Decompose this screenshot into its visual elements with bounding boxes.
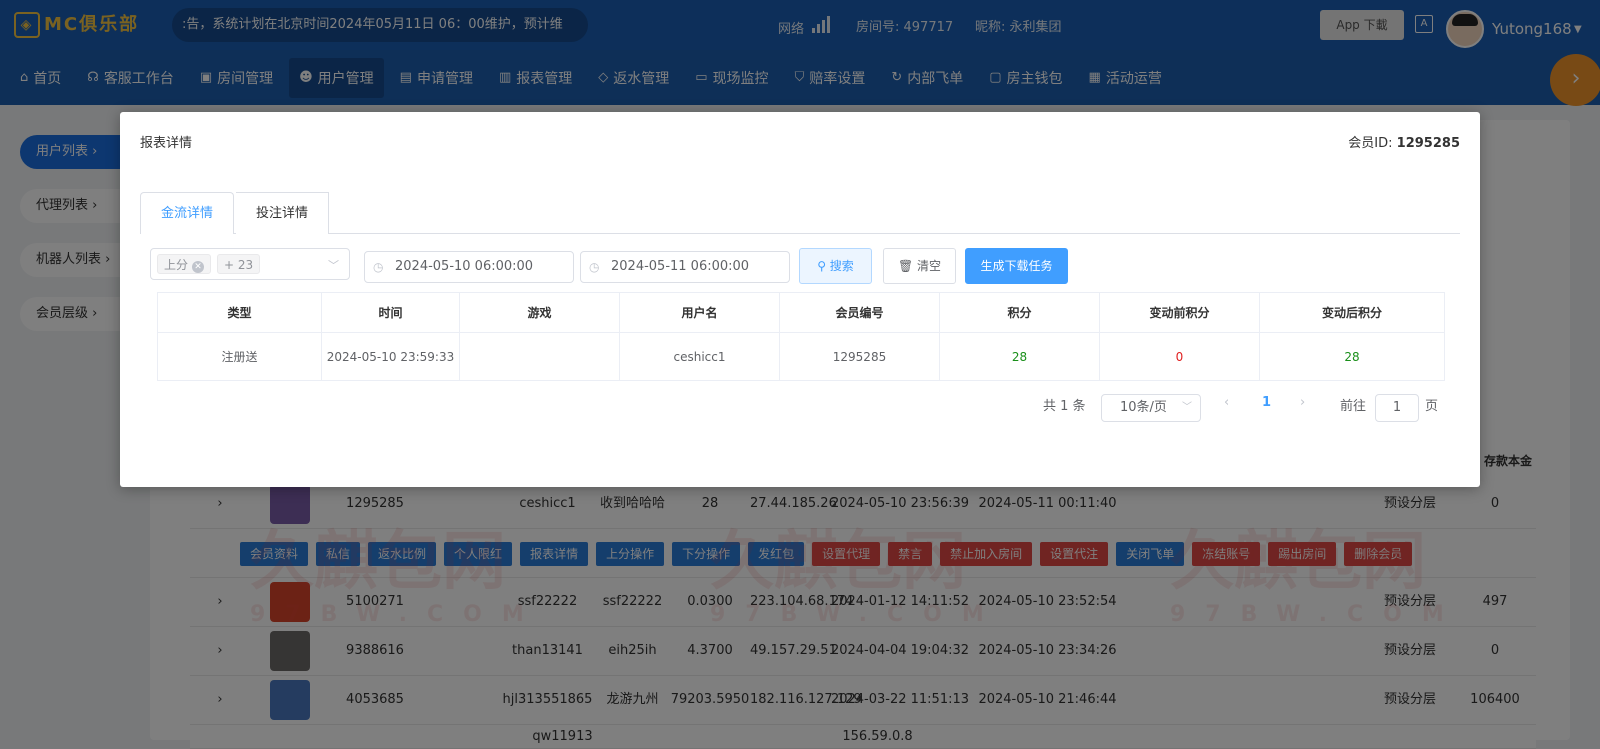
page-size-select[interactable]: 10条/页 ﹀ — [1101, 394, 1201, 422]
tab-cash-flow[interactable]: 金流详情 — [140, 192, 235, 234]
clock-icon: ◷ — [373, 260, 384, 274]
report-table: 类型 时间 游戏 用户名 会员编号 积分 变动前积分 变动后积分 注册送 202… — [157, 292, 1445, 381]
more-tags-count: + 23 — [217, 254, 261, 274]
goto-page-input[interactable]: 1 — [1375, 394, 1419, 422]
cell-type: 注册送 — [157, 332, 322, 381]
col-header: 用户名 — [619, 292, 780, 333]
clear-button[interactable]: 🗑 清空 — [883, 248, 956, 284]
col-header: 类型 — [157, 292, 322, 333]
clock-icon: ◷ — [589, 260, 600, 274]
cell-member-no: 1295285 — [779, 332, 940, 381]
member-id: 会员ID: 1295285 — [1348, 136, 1460, 151]
chevron-down-icon: ﹀ — [1182, 402, 1192, 413]
pagination-total: 共 1 条 — [1043, 399, 1086, 414]
cell-username: ceshicc1 — [619, 332, 780, 381]
dialog-title: 报表详情 — [140, 136, 193, 151]
col-header: 会员编号 — [779, 292, 940, 333]
col-header: 时间 — [321, 292, 460, 333]
cell-time: 2024-05-10 23:59:33 — [321, 332, 460, 381]
chevron-down-icon: ﹀ — [328, 259, 339, 272]
next-page-icon[interactable]: › — [1300, 395, 1305, 410]
col-header: 游戏 — [459, 292, 620, 333]
page-suffix: 页 — [1425, 399, 1439, 414]
report-detail-dialog: 报表详情 会员ID: 1295285 金流详情 投注详情 上分 ✕ + 23 ﹀ … — [120, 112, 1480, 487]
col-header: 变动前积分 — [1099, 292, 1260, 333]
close-icon[interactable]: ✕ — [192, 261, 205, 273]
search-button[interactable]: ⚲ 搜索 — [799, 248, 872, 284]
cell-points: 28 — [939, 332, 1100, 381]
goto-label: 前往 — [1340, 399, 1367, 414]
end-date-input[interactable]: ◷ 2024-05-11 06:00:00 — [580, 251, 790, 283]
selected-tag: 上分 ✕ — [157, 254, 212, 274]
search-icon: ⚲ — [817, 259, 830, 273]
col-header: 积分 — [939, 292, 1100, 333]
dialog-tabs: 金流详情 投注详情 — [140, 192, 1460, 234]
cell-before: 0 — [1099, 332, 1260, 381]
table-row: 注册送 2024-05-10 23:59:33 ceshicc1 1295285… — [157, 332, 1445, 381]
type-multiselect[interactable]: 上分 ✕ + 23 ﹀ — [150, 248, 350, 280]
prev-page-icon[interactable]: ‹ — [1224, 395, 1229, 410]
tab-bet-detail[interactable]: 投注详情 — [236, 192, 330, 234]
table-header-row: 类型 时间 游戏 用户名 会员编号 积分 变动前积分 变动后积分 — [157, 292, 1445, 333]
generate-download-button[interactable]: 生成下载任务 — [965, 248, 1068, 284]
page-number[interactable]: 1 — [1262, 395, 1271, 410]
col-header: 变动后积分 — [1259, 292, 1445, 333]
trash-icon: 🗑 — [897, 259, 918, 273]
start-date-input[interactable]: ◷ 2024-05-10 06:00:00 — [364, 251, 574, 283]
cell-after: 28 — [1259, 332, 1445, 381]
cell-game — [459, 332, 620, 381]
